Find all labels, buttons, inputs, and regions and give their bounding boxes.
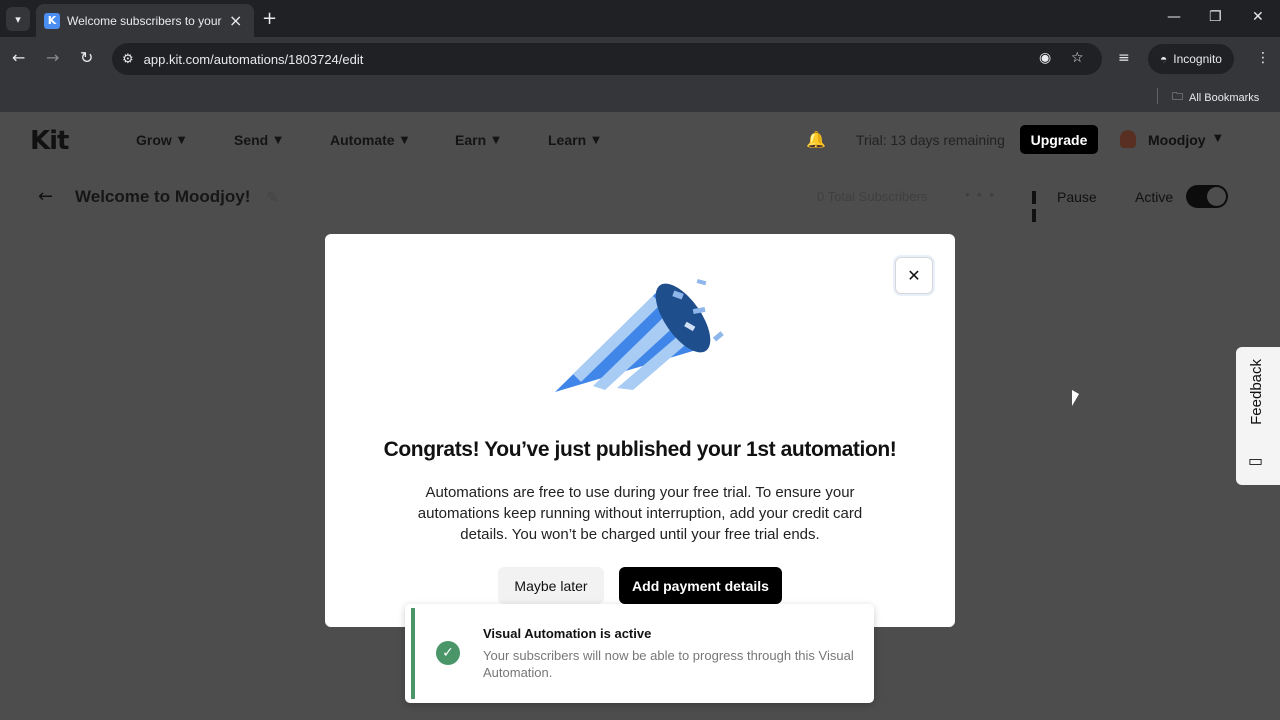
browser-tab-bar: ▾ K Welcome subscribers to your p × + — … bbox=[0, 0, 1280, 37]
chevron-down-icon: ▼ bbox=[274, 134, 282, 146]
kit-logo[interactable]: Kit bbox=[30, 126, 69, 156]
menu-grow-label: Grow bbox=[136, 132, 172, 148]
menu-send[interactable]: Send ▼ bbox=[234, 132, 282, 148]
pause-icon[interactable] bbox=[1032, 191, 1044, 222]
add-payment-details-button[interactable]: Add payment details bbox=[619, 567, 782, 604]
pause-button[interactable]: Pause bbox=[1057, 189, 1097, 205]
url-text[interactable]: app.kit.com/automations/1803724/edit bbox=[144, 52, 364, 67]
active-toggle[interactable] bbox=[1186, 185, 1228, 208]
notification-bell-icon[interactable]: 🔔 bbox=[806, 130, 826, 149]
menu-earn[interactable]: Earn ▼ bbox=[455, 132, 500, 148]
chevron-down-icon: ▼ bbox=[400, 134, 409, 146]
site-info-icon[interactable]: ⚙ bbox=[122, 52, 134, 67]
avatar[interactable] bbox=[1120, 130, 1136, 148]
restore-icon[interactable]: ❐ bbox=[1209, 9, 1222, 25]
modal-title: Congrats! You’ve just published your 1st… bbox=[383, 438, 897, 461]
tab-close-icon[interactable]: × bbox=[229, 11, 242, 30]
toast-accent-bar bbox=[411, 608, 415, 699]
browser-toolbar: ← → ↻ ⚙ app.kit.com/automations/1803724/… bbox=[0, 37, 1280, 81]
browser-tab[interactable]: K Welcome subscribers to your p × bbox=[36, 4, 254, 37]
app-header: Kit Grow ▼ Send ▼ Automate ▼ Earn ▼ Learn ▼ 🔔… bbox=[0, 112, 1280, 168]
close-icon[interactable]: ✕ bbox=[895, 257, 933, 294]
new-tab-icon[interactable]: + bbox=[262, 8, 277, 29]
chat-icon: ▭ bbox=[1248, 451, 1264, 470]
chevron-down-icon: ▼ bbox=[592, 134, 600, 146]
tracking-eye-icon[interactable]: ◉ bbox=[1039, 50, 1051, 66]
media-queue-icon[interactable]: ≡ bbox=[1118, 50, 1130, 66]
toast-title: Visual Automation is active bbox=[483, 626, 652, 641]
total-subscribers: 0 Total Subscribers bbox=[817, 189, 928, 204]
menu-learn-label: Learn bbox=[548, 132, 587, 148]
forward-icon[interactable]: → bbox=[46, 48, 59, 67]
automation-title: Welcome to Moodjoy! bbox=[75, 187, 251, 206]
incognito-badge[interactable]: ◓ Incognito bbox=[1148, 44, 1234, 74]
menu-automate[interactable]: Automate ▼ bbox=[330, 132, 408, 148]
incognito-icon: ◓ bbox=[1160, 52, 1168, 66]
incognito-label: Incognito bbox=[1173, 52, 1222, 66]
all-bookmarks-label: All Bookmarks bbox=[1189, 91, 1260, 104]
address-bar[interactable]: ⚙ app.kit.com/automations/1803724/edit ◉… bbox=[112, 43, 1102, 75]
tab-title: Welcome subscribers to your p bbox=[67, 13, 223, 28]
kit-favicon-icon: K bbox=[44, 12, 60, 29]
back-icon[interactable]: ← bbox=[12, 48, 25, 67]
feedback-label: Feedback bbox=[1248, 359, 1265, 425]
trial-status: Trial: 13 days remaining bbox=[856, 132, 1005, 148]
menu-automate-label: Automate bbox=[330, 132, 395, 148]
menu-learn[interactable]: Learn ▼ bbox=[548, 132, 600, 148]
modal-body: Automations are free to use during your … bbox=[417, 484, 863, 543]
browser-menu-icon[interactable]: ⋮ bbox=[1256, 50, 1270, 66]
bookmarks-divider bbox=[1157, 88, 1158, 104]
reload-icon[interactable]: ↻ bbox=[80, 48, 93, 67]
feedback-tab[interactable]: Feedback ▭ bbox=[1236, 347, 1280, 485]
success-toast: ✓ Visual Automation is active Your subsc… bbox=[405, 604, 874, 703]
folder-icon: 🗀 bbox=[1172, 90, 1183, 103]
bookmark-star-icon[interactable]: ☆ bbox=[1071, 50, 1084, 66]
more-options-icon[interactable]: • • • bbox=[965, 187, 996, 202]
menu-grow[interactable]: Grow ▼ bbox=[136, 132, 185, 148]
maybe-later-button[interactable]: Maybe later bbox=[498, 567, 604, 604]
party-popper-icon bbox=[555, 279, 724, 392]
edit-pencil-icon[interactable]: ✎ bbox=[266, 188, 279, 207]
menu-send-label: Send bbox=[234, 132, 269, 148]
back-arrow-icon[interactable]: ← bbox=[38, 186, 53, 207]
active-label: Active bbox=[1135, 189, 1174, 205]
menu-earn-label: Earn bbox=[455, 132, 487, 148]
chevron-down-icon: ▼ bbox=[492, 134, 500, 146]
toast-message: Your subscribers will now be able to pro… bbox=[483, 648, 854, 680]
window-close-icon[interactable]: ✕ bbox=[1252, 9, 1264, 25]
tab-search-icon[interactable]: ▾ bbox=[6, 7, 30, 31]
chevron-down-icon: ▼ bbox=[177, 134, 186, 146]
mouse-cursor bbox=[1072, 390, 1079, 406]
bookmarks-bar: 🗀 All Bookmarks bbox=[0, 81, 1280, 112]
chevron-down-icon[interactable]: ▼ bbox=[1214, 133, 1222, 144]
congrats-modal: ✕ Congrats! You’ve just published your 1… bbox=[325, 234, 955, 627]
all-bookmarks[interactable]: 🗀 All Bookmarks bbox=[1172, 88, 1259, 107]
upgrade-button[interactable]: Upgrade bbox=[1020, 125, 1098, 154]
check-circle-icon: ✓ bbox=[436, 641, 460, 665]
user-name[interactable]: Moodjoy bbox=[1148, 132, 1206, 148]
minimize-icon[interactable]: — bbox=[1167, 9, 1181, 25]
toggle-knob bbox=[1207, 187, 1226, 206]
